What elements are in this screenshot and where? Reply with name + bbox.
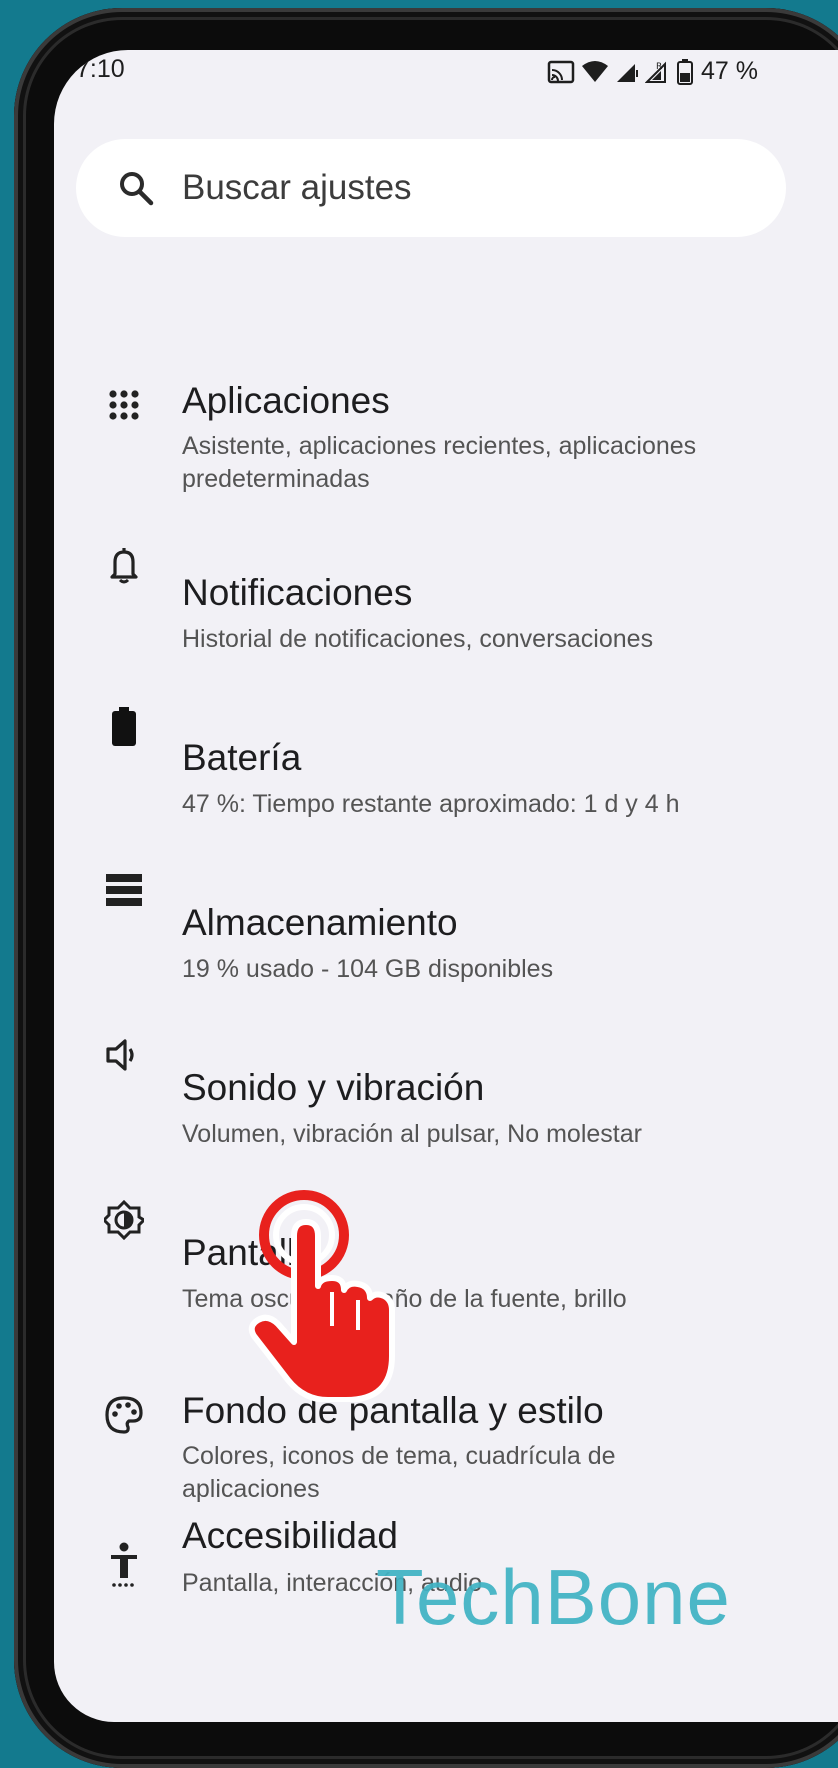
setting-subtitle: Volumen, vibración al pulsar, No molesta… (182, 1120, 642, 1148)
setting-subtitle: Colores, iconos de tema, cuadrícula de a… (182, 1442, 616, 1503)
search-placeholder: Buscar ajustes (182, 168, 412, 207)
brightness-icon (104, 1200, 144, 1240)
setting-sonido[interactable]: Sonido y vibración Volumen, vibración al… (54, 995, 838, 1148)
wifi-icon (582, 60, 608, 82)
status-time: 7:10 (76, 55, 125, 83)
setting-subtitle: Asistente, aplicaciones recientes, aplic… (182, 432, 697, 493)
setting-title: Batería (182, 737, 302, 778)
setting-title: Accesibilidad (182, 1515, 398, 1556)
setting-almacenamiento[interactable]: Almacenamiento 19 % usado - 104 GB dispo… (54, 830, 838, 983)
bell-icon (104, 545, 144, 585)
search-icon (120, 172, 154, 206)
setting-subtitle: 47 %: Tiempo restante aproximado: 1 d y … (182, 790, 680, 818)
tap-gesture-hand-icon (248, 1190, 395, 1402)
setting-title: Sonido y vibración (182, 1067, 485, 1108)
setting-notificaciones[interactable]: Notificaciones Historial de notificacion… (54, 500, 838, 653)
apps-grid-icon (104, 385, 144, 425)
setting-aplicaciones[interactable]: Aplicaciones Asistente, aplicaciones rec… (54, 300, 838, 493)
battery-status-icon (677, 58, 693, 85)
cast-icon (547, 60, 575, 83)
setting-pantalla[interactable]: Pantalla Tema oscuro, tamaño de la fuent… (54, 1160, 838, 1313)
setting-fondo[interactable]: Fondo de pantalla y estilo Colores, icon… (54, 1320, 838, 1503)
setting-title: Almacenamiento (182, 902, 458, 943)
status-icons: R 47 % (547, 57, 758, 86)
accessibility-icon (104, 1542, 144, 1587)
search-bar[interactable]: Buscar ajustes (76, 139, 786, 237)
signal-roaming-icon: R (645, 61, 666, 83)
battery-icon (104, 707, 144, 747)
watermark: TechBone (376, 1553, 731, 1641)
setting-bateria[interactable]: Batería 47 %: Tiempo restante aproximado… (54, 665, 838, 818)
palette-icon (104, 1395, 144, 1435)
setting-title: Notificaciones (182, 572, 413, 613)
speaker-icon (104, 1035, 144, 1075)
battery-percent: 47 % (701, 57, 758, 85)
setting-subtitle: 19 % usado - 104 GB disponibles (182, 955, 554, 983)
status-bar: 7:10 R 47 % (54, 50, 838, 120)
settings-screen: 7:10 R 47 % Buscar ajustes Aplicaciones … (54, 50, 838, 1722)
setting-title: Aplicaciones (182, 380, 390, 421)
signal-icon (617, 63, 638, 82)
svg-text:R: R (656, 62, 662, 72)
setting-subtitle: Historial de notificaciones, conversacio… (182, 625, 654, 653)
storage-icon (104, 870, 144, 910)
